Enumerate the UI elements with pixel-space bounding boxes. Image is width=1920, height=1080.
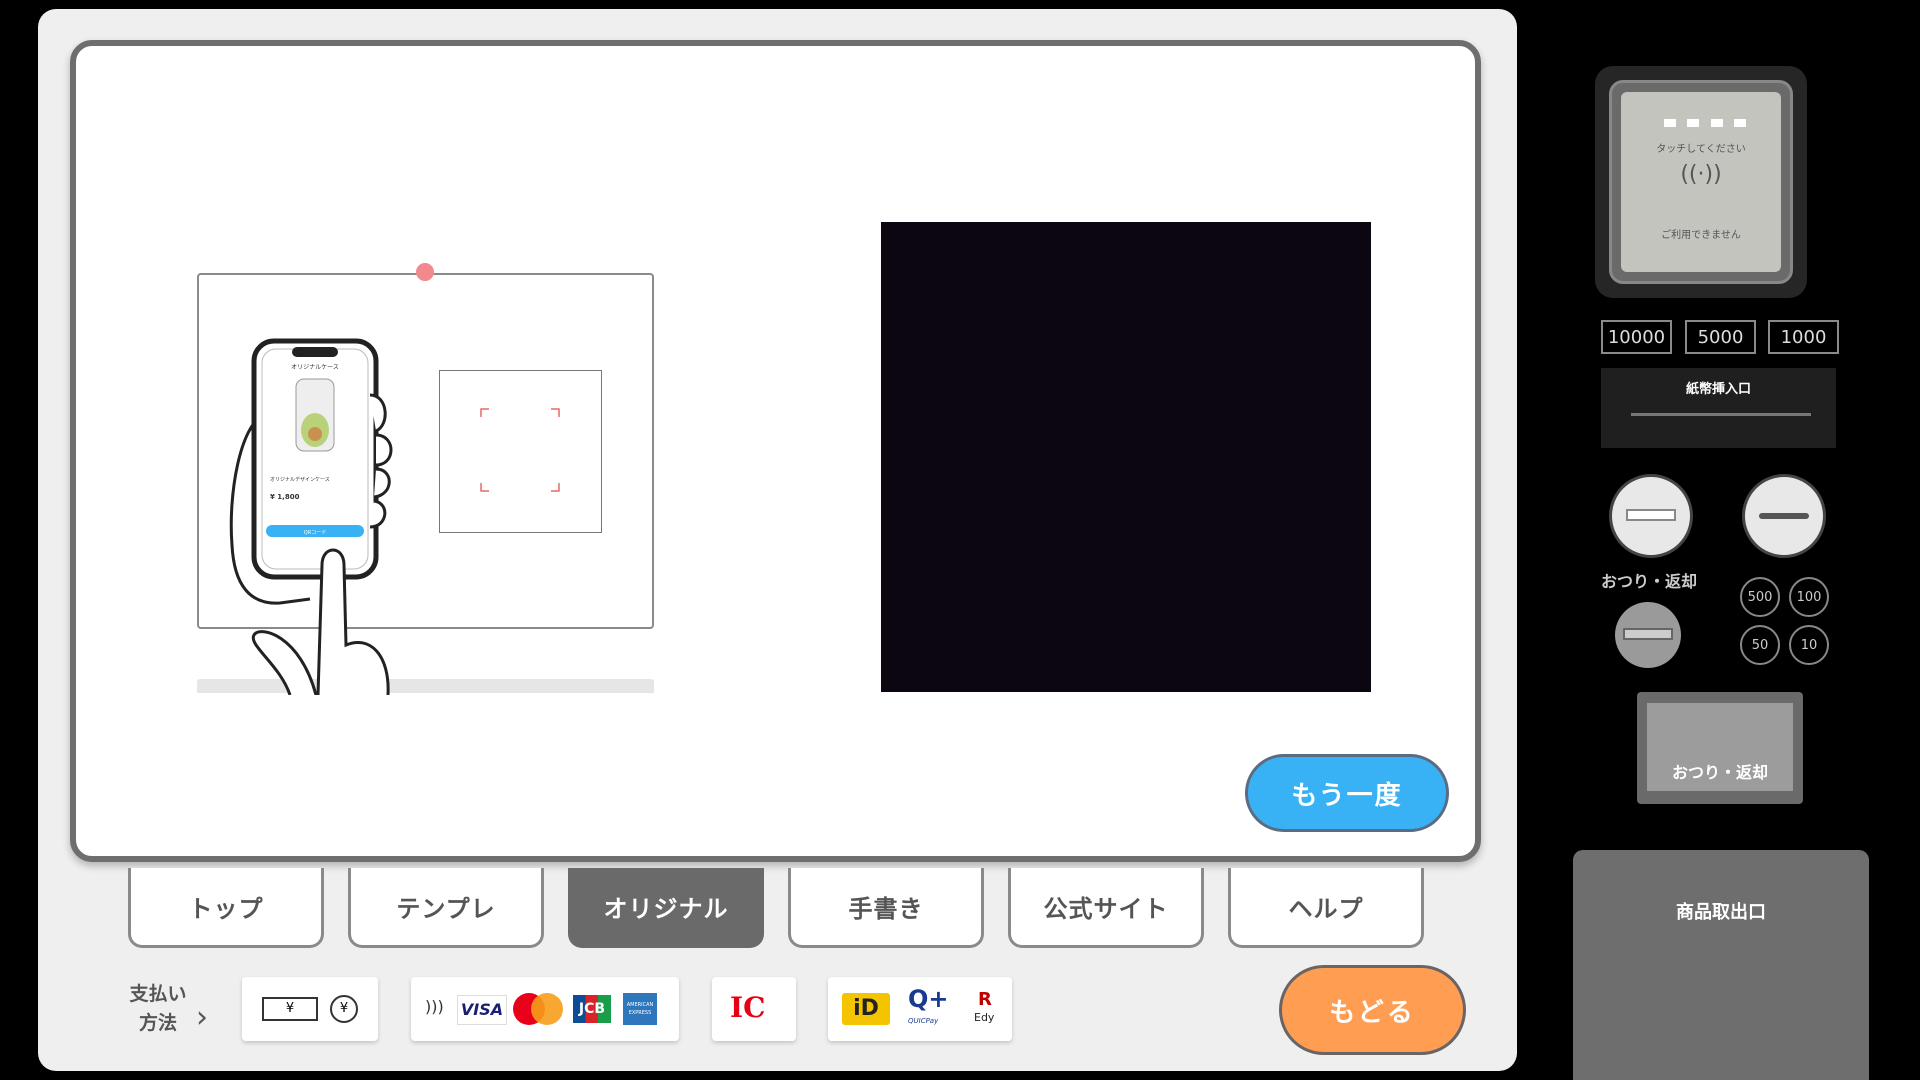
return-lever bbox=[1615, 602, 1681, 668]
coin-500: 500 bbox=[1740, 577, 1780, 617]
scan-area-frame bbox=[439, 370, 602, 533]
tab-official-site[interactable]: 公式サイト bbox=[1008, 868, 1204, 948]
change-return-label: おつり・返却 bbox=[1601, 572, 1698, 591]
camera-preview bbox=[881, 222, 1371, 692]
chevron-right-icon: › bbox=[196, 1000, 208, 1035]
camera-indicator-icon bbox=[416, 263, 434, 281]
product-outlet-label: 商品取出口 bbox=[1676, 902, 1766, 923]
tab-original[interactable]: オリジナル bbox=[568, 868, 764, 948]
payment-method-label: 支払い 方法 bbox=[129, 983, 187, 1034]
coin-icon: ¥ bbox=[330, 995, 358, 1023]
coin-10: 10 bbox=[1789, 625, 1829, 665]
payment-emoney: iD Q+ QUICPay R Edy bbox=[828, 977, 1012, 1041]
reader-touch-text: タッチしてください bbox=[1656, 144, 1746, 155]
visa-logo: VISA bbox=[457, 995, 507, 1025]
reader-unavailable-text: ご利用できません bbox=[1661, 230, 1741, 241]
id-logo: iD bbox=[842, 993, 890, 1025]
change-return-button-label: おつり・返却 bbox=[1647, 703, 1793, 791]
hand-holding-phone-icon: オリジナルケース オリジナルデザインケース ¥ 1,800 QRコード bbox=[229, 338, 393, 695]
product-name: オリジナルデザインケース bbox=[270, 476, 330, 483]
phone-qr-button: QRコード bbox=[304, 530, 326, 536]
contactless-icon: ))) bbox=[425, 997, 444, 1016]
payment-credit: ))) VISA JCB AMERICAN EXPRESS bbox=[411, 977, 679, 1041]
coin-insert-slot bbox=[1742, 474, 1826, 558]
coin-100: 100 bbox=[1789, 577, 1829, 617]
ic-card-icon: IC bbox=[730, 991, 766, 1024]
amex-logo: AMERICAN EXPRESS bbox=[623, 993, 657, 1025]
jcb-logo: JCB bbox=[573, 995, 611, 1023]
payment-ic: IC bbox=[712, 977, 796, 1041]
coin-50: 50 bbox=[1740, 625, 1780, 665]
product-outlet bbox=[1573, 850, 1869, 1080]
tab-template[interactable]: テンプレ bbox=[348, 868, 544, 948]
tab-help[interactable]: ヘルプ bbox=[1228, 868, 1424, 948]
edy-logo: R bbox=[978, 989, 992, 1010]
retry-button[interactable]: もう一度 bbox=[1245, 754, 1449, 832]
bill-1000: 1000 bbox=[1768, 320, 1839, 354]
phone-title: オリジナルケース bbox=[291, 364, 339, 371]
back-button[interactable]: もどる bbox=[1279, 965, 1466, 1055]
bill-slot-label: 紙幣挿入口 bbox=[1685, 382, 1751, 397]
quicpay-logo: Q+ bbox=[908, 985, 949, 1013]
tab-top[interactable]: トップ bbox=[128, 868, 324, 948]
bill-5000: 5000 bbox=[1685, 320, 1756, 354]
bill-icon: ¥ bbox=[262, 997, 318, 1021]
bill-10000: 10000 bbox=[1601, 320, 1672, 354]
coin-return-slot bbox=[1609, 474, 1693, 558]
product-price: ¥ 1,800 bbox=[270, 493, 300, 501]
tab-handwriting[interactable]: 手書き bbox=[788, 868, 984, 948]
payment-cash: ¥ ¥ bbox=[242, 977, 378, 1041]
contactless-icon: ((·)) bbox=[1680, 162, 1722, 187]
